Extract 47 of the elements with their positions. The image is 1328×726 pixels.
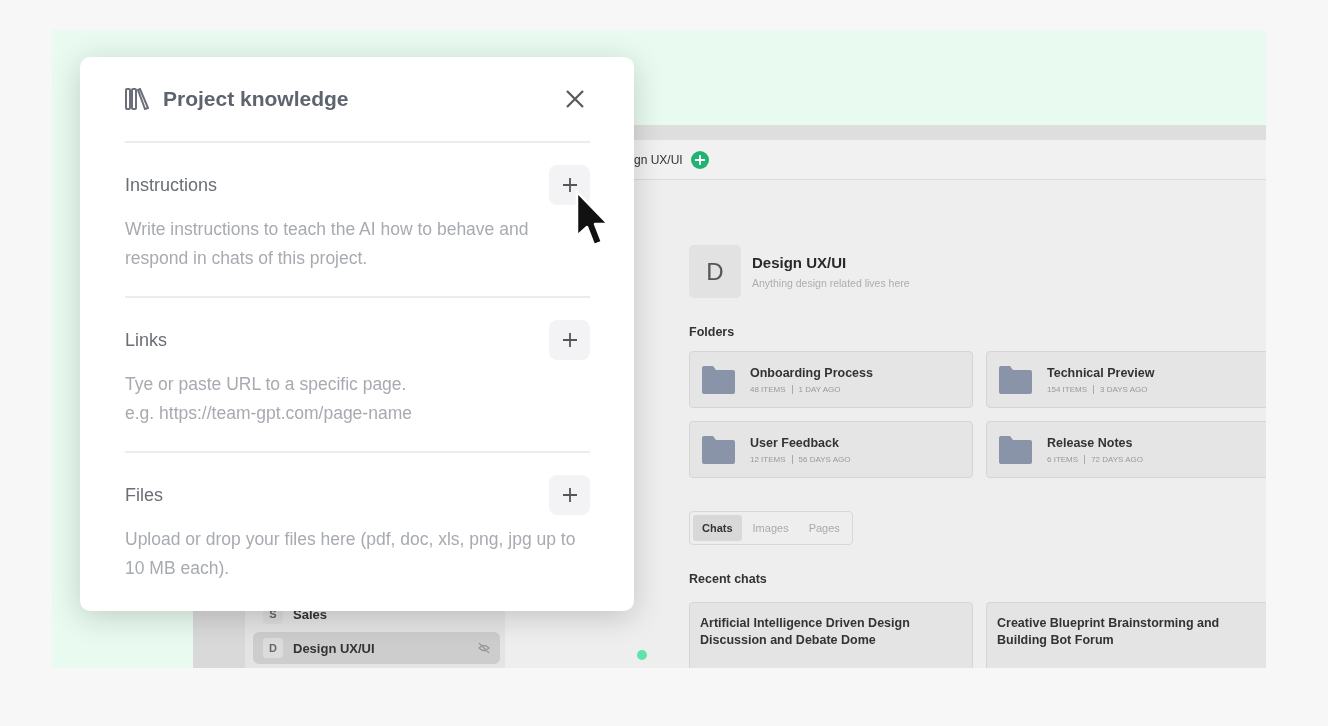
close-button[interactable] bbox=[564, 88, 586, 110]
folder-name: Technical Preview bbox=[1047, 365, 1155, 380]
chat-card[interactable]: Creative Blueprint Brainstorming and Building Bot Forum bbox=[986, 602, 1266, 668]
folder-card[interactable]: Onboarding Process 48 ITEMS 1 DAY AGO bbox=[689, 351, 973, 408]
folder-card[interactable]: Release Notes 6 ITEMS 72 DAYS AGO bbox=[986, 421, 1266, 478]
folder-age: 3 DAYS AGO bbox=[1100, 384, 1148, 394]
project-title: Design UX/UI bbox=[752, 254, 848, 271]
folder-name: Release Notes bbox=[1047, 435, 1134, 450]
books-icon bbox=[125, 88, 149, 110]
folder-age: 1 DAY AGO bbox=[798, 384, 841, 394]
sidebar-item[interactable]: D Design UX/UI bbox=[253, 632, 500, 664]
section-title: Files bbox=[125, 484, 163, 506]
item-count: 12 ITEMS bbox=[750, 454, 793, 464]
section-title: Links bbox=[125, 329, 168, 351]
add-button[interactable] bbox=[549, 165, 590, 205]
item-count: 6 ITEMS bbox=[1047, 454, 1086, 464]
plus-icon bbox=[561, 177, 578, 193]
folder-age: 72 DAYS AGO bbox=[1091, 454, 1143, 464]
project-avatar: D bbox=[263, 638, 283, 658]
section-heading: Folders bbox=[689, 325, 736, 339]
folder-icon bbox=[997, 364, 1033, 395]
plus-icon bbox=[561, 487, 578, 503]
folder-icon bbox=[700, 364, 736, 395]
breadcrumb[interactable]: gn UX/UI bbox=[634, 152, 683, 167]
folder-card[interactable]: Technical Preview 154 ITEMS 3 DAYS AGO bbox=[986, 351, 1266, 408]
folder-icon bbox=[997, 434, 1033, 465]
dialog-title: Project knowledge bbox=[163, 87, 350, 111]
section-description: Upload or drop your files here (pdf, doc, xls, png, jpg up to 10 MB each). bbox=[125, 528, 577, 580]
section-description: Write instructions to teach the AI how to behave and respond in chats of this project. bbox=[125, 218, 530, 270]
folder-card[interactable]: User Feedback 12 ITEMS 56 DAYS AGO bbox=[689, 421, 973, 478]
section-heading: Recent chats bbox=[689, 572, 768, 586]
project-name: Design UX/UI bbox=[293, 640, 376, 656]
folder-name: User Feedback bbox=[750, 435, 840, 450]
indicator-dot bbox=[637, 650, 647, 660]
project-avatar: D bbox=[689, 245, 741, 298]
folder-icon bbox=[700, 434, 736, 465]
section-description: Tye or paste URL to a specific page. e.g. https://team-gpt.com/page-name bbox=[125, 373, 413, 425]
project-description: Anything design related lives here bbox=[752, 277, 910, 289]
tab[interactable]: Chats bbox=[693, 515, 742, 541]
item-count: 48 ITEMS bbox=[750, 384, 793, 394]
plus-icon bbox=[561, 332, 578, 348]
chat-card[interactable]: Artificial Intelligence Driven Design Discussion and Debate Dome bbox=[689, 602, 973, 668]
section-title: Instructions bbox=[125, 174, 218, 196]
folder-age: 56 DAYS AGO bbox=[798, 454, 851, 464]
add-icon[interactable] bbox=[690, 150, 709, 169]
item-count: 154 ITEMS bbox=[1047, 384, 1094, 394]
folder-name: Onboarding Process bbox=[750, 365, 873, 380]
